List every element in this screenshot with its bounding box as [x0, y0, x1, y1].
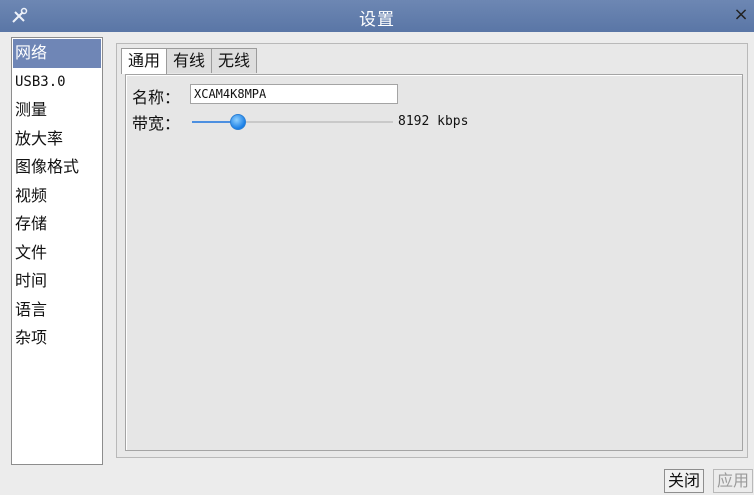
sidebar-item-image-format[interactable]: 图像格式	[12, 153, 102, 182]
sidebar-item-network[interactable]: 网络	[13, 39, 101, 68]
tab-wired[interactable]: 有线	[166, 48, 213, 73]
close-icon: ×	[733, 4, 749, 25]
title-bar: 设置 ×	[0, 0, 754, 32]
name-label: 名称：	[132, 88, 181, 107]
sidebar-item-measure[interactable]: 测量	[12, 96, 102, 125]
sidebar-item-video[interactable]: 视频	[12, 182, 102, 211]
tab-wireless[interactable]: 无线	[211, 48, 258, 73]
sidebar-item-misc[interactable]: 杂项	[12, 324, 102, 353]
apply-button[interactable]: 应用	[713, 469, 754, 493]
bandwidth-label: 带宽：	[132, 114, 181, 133]
sidebar-item-magnification[interactable]: 放大率	[12, 125, 102, 154]
window-title: 设置	[359, 10, 395, 30]
close-window-button[interactable]: ×	[732, 4, 750, 26]
sidebar-item-language[interactable]: 语言	[12, 296, 102, 325]
sidebar-item-usb30[interactable]: USB3.0	[12, 68, 102, 97]
bandwidth-row: 带宽： 8192 kbps	[132, 110, 692, 134]
close-button[interactable]: 关闭	[664, 469, 705, 493]
tab-bar: 通用 有线 无线	[121, 48, 258, 74]
bandwidth-value: 8192 kbps	[398, 114, 469, 129]
name-input[interactable]: XCAM4K8MPA	[190, 84, 398, 104]
network-settings-panel: 通用 有线 无线 名称： XCAM4K8MPA 带宽： 8192 kbps	[116, 43, 748, 458]
name-row: 名称： XCAM4K8MPA	[132, 84, 692, 108]
sidebar-item-file[interactable]: 文件	[12, 239, 102, 268]
sidebar-item-time[interactable]: 时间	[12, 267, 102, 296]
tab-general[interactable]: 通用	[121, 48, 168, 74]
bandwidth-slider[interactable]	[190, 110, 393, 134]
settings-sidebar: 网络 USB3.0 测量 放大率 图像格式 视频 存储 文件 时间 语言 杂项	[11, 37, 103, 465]
general-tab-page: 名称： XCAM4K8MPA 带宽： 8192 kbps	[125, 74, 743, 451]
slider-handle[interactable]	[229, 114, 246, 130]
sidebar-item-storage[interactable]: 存储	[12, 210, 102, 239]
